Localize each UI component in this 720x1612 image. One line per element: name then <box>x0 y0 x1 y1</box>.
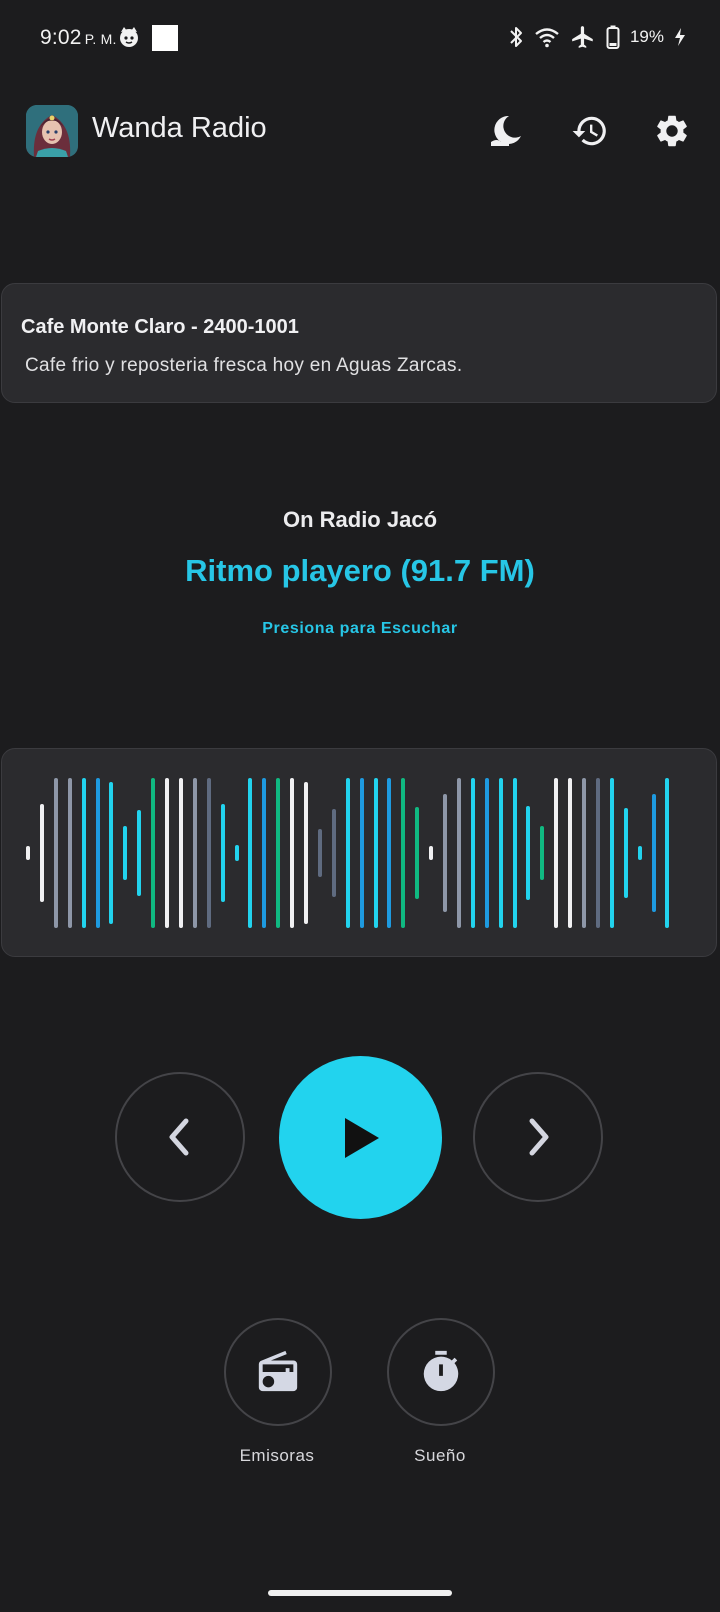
waveform-bar <box>540 825 545 880</box>
waveform-bar <box>373 777 378 928</box>
waveform-bar <box>53 777 58 928</box>
waveform-bar <box>429 845 434 860</box>
wifi-icon <box>535 28 559 48</box>
stations-button[interactable] <box>224 1318 332 1426</box>
chevron-left-icon <box>169 1118 189 1156</box>
waveform-visualizer <box>1 748 717 957</box>
waveform-bar <box>192 777 197 928</box>
waveform-bar <box>609 777 614 928</box>
waveform-bar <box>637 845 642 860</box>
waveform-bar <box>165 777 169 928</box>
waveform-bar <box>456 777 461 928</box>
play-icon <box>344 1117 379 1158</box>
play-button[interactable] <box>279 1056 442 1219</box>
waveform-bar <box>317 828 322 877</box>
cat-notification-icon <box>118 26 140 53</box>
status-right-group: 19% <box>508 24 686 50</box>
waveform-bar <box>582 777 586 928</box>
status-bar: 9:02 P. M. 19% <box>0 0 720 78</box>
app-logo <box>26 105 78 157</box>
waveform-bar <box>595 777 600 928</box>
charging-icon <box>675 28 685 46</box>
waveform-bar <box>178 777 183 928</box>
notification-square-icon <box>152 25 178 51</box>
waveform-bar <box>401 777 406 928</box>
waveform-bar <box>331 808 336 897</box>
waveform-bar <box>387 777 392 928</box>
previous-station-button[interactable] <box>115 1072 245 1202</box>
status-time: 9:02 P. M. <box>40 26 117 50</box>
app-title: Wanda Radio <box>92 112 267 144</box>
waveform-bar <box>498 777 503 928</box>
timer-icon <box>423 1350 459 1392</box>
waveform-bar <box>39 803 44 902</box>
airplane-icon <box>572 26 593 48</box>
waveform-bar <box>568 777 573 928</box>
waveform-bar <box>276 777 281 928</box>
bluetooth-icon <box>510 27 522 47</box>
waveform-bar <box>109 781 114 924</box>
station-name[interactable]: Ritmo playero (91.7 FM) <box>0 553 720 589</box>
ad-title: Cafe Monte Claro - 2400-1001 <box>21 316 299 338</box>
chevron-right-icon <box>529 1118 549 1156</box>
waveform-bar <box>123 825 128 880</box>
status-ampm: P. M. <box>84 31 117 47</box>
gear-icon[interactable] <box>648 107 696 155</box>
waveform-bar <box>359 777 364 928</box>
history-icon[interactable] <box>566 107 614 155</box>
waveform-bar <box>512 777 517 928</box>
app-header: Wanda Radio <box>0 95 720 165</box>
waveform-bar <box>220 803 225 902</box>
waveform-bar <box>484 777 489 928</box>
stations-label: Emisoras <box>239 1446 315 1465</box>
waveform-bar <box>443 793 447 912</box>
waveform-bar <box>234 844 239 861</box>
radio-icon <box>258 1350 298 1392</box>
on-radio-label: On Radio Jacó <box>282 507 438 532</box>
waveform-bar <box>345 777 350 928</box>
waveform-bar <box>665 777 670 928</box>
ad-card[interactable]: Cafe Monte Claro - 2400-1001 Cafe frio y… <box>1 283 717 403</box>
status-time-value: 9:02 <box>40 26 82 49</box>
waveform-bar <box>470 777 475 928</box>
sleep-timer-button[interactable] <box>387 1318 495 1426</box>
waveform-bar <box>26 845 30 860</box>
home-indicator[interactable] <box>268 1590 452 1596</box>
ad-text: Cafe frio y reposteria fresca hoy en Agu… <box>25 355 463 376</box>
press-to-listen-label[interactable]: Presiona para Escuchar <box>0 620 720 638</box>
waveform-bar <box>651 793 656 912</box>
waveform-bar <box>248 777 253 928</box>
waveform-bar <box>415 806 420 899</box>
waveform-bar <box>554 777 559 928</box>
moon-icon[interactable] <box>482 107 530 155</box>
waveform-bar <box>81 777 86 928</box>
waveform-bar <box>304 781 308 924</box>
waveform-bar <box>206 777 211 928</box>
battery-percent: 19% <box>629 27 664 46</box>
battery-icon <box>606 25 620 49</box>
waveform-bar <box>151 777 156 928</box>
waveform-bar <box>623 807 628 898</box>
waveform-bar <box>262 777 267 928</box>
waveform-bar <box>95 777 100 928</box>
waveform-bar <box>290 777 295 928</box>
next-station-button[interactable] <box>473 1072 603 1202</box>
waveform-bar <box>67 777 72 928</box>
sleep-timer-label: Sueño <box>414 1446 466 1465</box>
waveform-bar <box>526 805 531 900</box>
waveform-bar <box>137 809 142 896</box>
